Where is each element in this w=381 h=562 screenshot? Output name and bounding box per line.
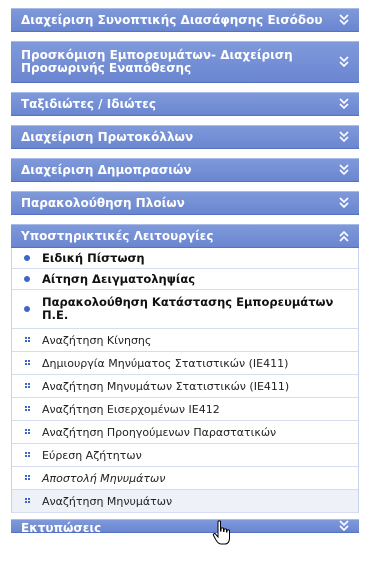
- bullet-icon: [24, 306, 30, 312]
- menu-item-label: Παρακολούθηση Κατάστασης Εμπορευμάτων Π.…: [42, 295, 334, 322]
- section-auctions[interactable]: Διαχείριση Δημοπρασιών: [11, 158, 359, 182]
- dots-icon: [25, 360, 31, 366]
- side-menu: Διαχείριση Συνοπτικής Διασάφησης Εισόδου…: [11, 8, 359, 533]
- dots-icon: [25, 406, 31, 412]
- menu-item-label: Αναζήτηση Εισερχομένων ΙΕ412: [42, 402, 220, 416]
- menu-item-search-statistics-messages[interactable]: Αναζήτηση Μηνυμάτων Στατιστικών (ΙΕ411): [12, 375, 358, 398]
- chevron-down-icon: [339, 520, 349, 532]
- menu-item-create-statistics-message[interactable]: Δημιουργία Μηνύματος Στατιστικών (ΙΕ411): [12, 352, 358, 375]
- hand-cursor-icon: [212, 520, 232, 548]
- section-summary-declaration[interactable]: Διαχείριση Συνοπτικής Διασάφησης Εισόδου: [11, 8, 359, 32]
- section-prints[interactable]: Εκτυπώσεις: [11, 519, 359, 533]
- menu-item-label: Ειδική Πίστωση: [42, 251, 145, 265]
- section-label: Παρακολούθηση Πλοίων: [21, 196, 185, 210]
- dots-icon: [25, 452, 31, 458]
- menu-item-special-credit[interactable]: Ειδική Πίστωση: [12, 248, 358, 269]
- menu-item-label: Αίτηση Δειγματοληψίας: [42, 272, 196, 286]
- menu-item-movement-search[interactable]: Αναζήτηση Κίνησης: [12, 329, 358, 352]
- section-vessel-tracking[interactable]: Παρακολούθηση Πλοίων: [11, 191, 359, 215]
- menu-item-label: Αναζήτηση Κίνησης: [42, 333, 152, 347]
- chevron-down-icon: [339, 56, 349, 68]
- section-support-functions[interactable]: Υποστηρικτικές Λειτουργίες: [11, 224, 359, 248]
- menu-item-send-messages[interactable]: Αποστολή Μηνυμάτων: [12, 467, 358, 490]
- section-label: Υποστηρικτικές Λειτουργίες: [21, 229, 214, 243]
- bullet-icon: [24, 276, 30, 282]
- section-goods-presentation[interactable]: Προσκόμιση Εμπορευμάτων- Διαχείριση Προσ…: [11, 41, 359, 83]
- section-travellers[interactable]: Ταξιδιώτες / Ιδιώτες: [11, 92, 359, 116]
- section-label: Εκτυπώσεις: [21, 521, 102, 533]
- section-label: Διαχείριση Πρωτοκόλλων: [21, 130, 194, 144]
- bullet-icon: [24, 255, 30, 261]
- dots-icon: [25, 475, 31, 481]
- section-protocols[interactable]: Διαχείριση Πρωτοκόλλων: [11, 125, 359, 149]
- dots-icon: [25, 337, 31, 343]
- menu-item-label: Αναζήτηση Μηνυμάτων Στατιστικών (ΙΕ411): [42, 379, 290, 393]
- dots-icon: [25, 429, 31, 435]
- support-functions-submenu: Ειδική Πίστωση Αίτηση Δειγματοληψίας Παρ…: [11, 248, 359, 513]
- section-label: Προσκόμιση Εμπορευμάτων- Διαχείριση Προσ…: [21, 48, 293, 75]
- section-label: Διαχείριση Συνοπτικής Διασάφησης Εισόδου: [21, 13, 323, 27]
- dots-icon: [25, 383, 31, 389]
- menu-item-goods-status-tracking[interactable]: Παρακολούθηση Κατάστασης Εμπορευμάτων Π.…: [12, 290, 358, 329]
- menu-item-label: Αναζήτηση Προηγούμενων Παραστατικών: [42, 425, 277, 439]
- chevron-down-icon: [339, 98, 349, 110]
- menu-item-label: Εύρεση Αζήτητων: [42, 448, 142, 462]
- chevron-down-icon: [339, 14, 349, 26]
- chevron-down-icon: [339, 197, 349, 209]
- menu-item-search-messages[interactable]: Αναζήτηση Μηνυμάτων: [12, 490, 358, 513]
- menu-item-search-incoming-ie412[interactable]: Αναζήτηση Εισερχομένων ΙΕ412: [12, 398, 358, 421]
- menu-item-label: Αναζήτηση Μηνυμάτων: [42, 494, 173, 508]
- chevron-down-icon: [339, 164, 349, 176]
- menu-item-sampling-request[interactable]: Αίτηση Δειγματοληψίας: [12, 269, 358, 290]
- menu-item-search-previous-documents[interactable]: Αναζήτηση Προηγούμενων Παραστατικών: [12, 421, 358, 444]
- dots-icon: [25, 498, 31, 504]
- section-label: Διαχείριση Δημοπρασιών: [21, 163, 192, 177]
- chevron-up-icon: [339, 230, 349, 242]
- menu-item-label: Αποστολή Μηνυμάτων: [42, 471, 166, 485]
- chevron-down-icon: [339, 131, 349, 143]
- menu-item-find-unclaimed[interactable]: Εύρεση Αζήτητων: [12, 444, 358, 467]
- section-label: Ταξιδιώτες / Ιδιώτες: [21, 97, 156, 111]
- menu-item-label: Δημιουργία Μηνύματος Στατιστικών (ΙΕ411): [42, 356, 289, 370]
